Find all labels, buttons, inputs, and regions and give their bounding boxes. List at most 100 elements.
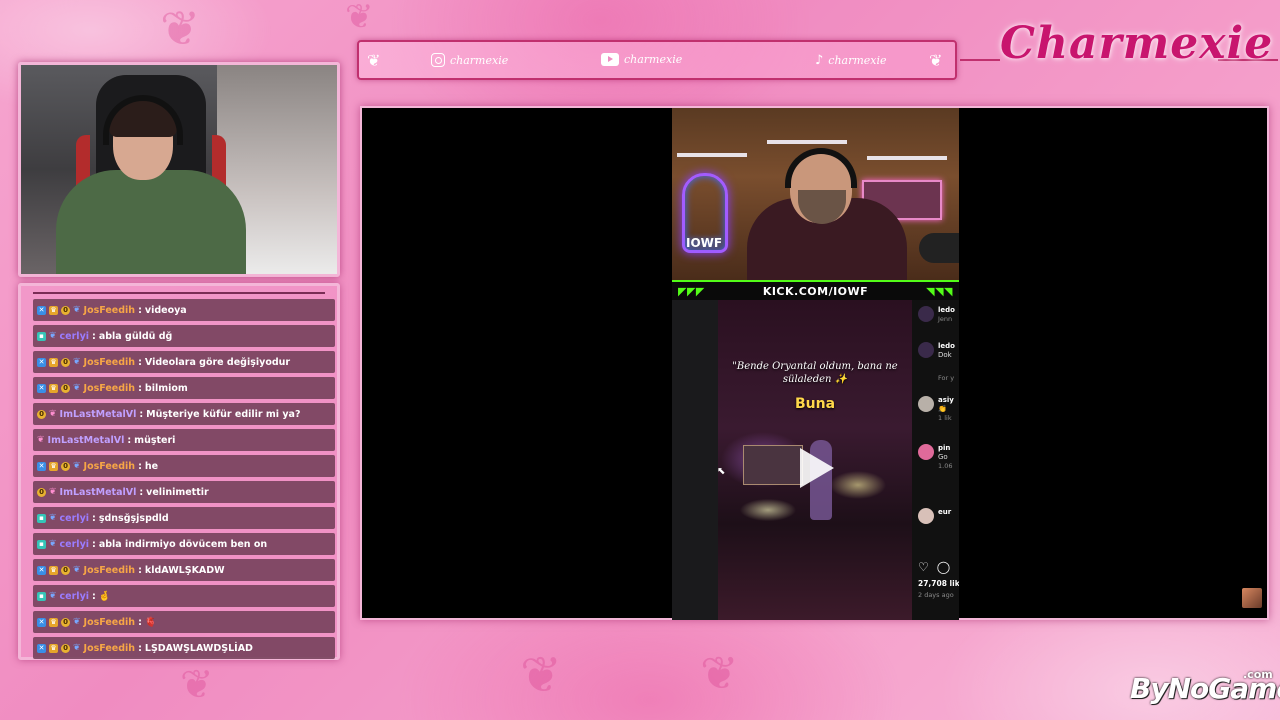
coin-badge-icon: 0 [61,305,70,315]
neon-sign-text: IOWF [686,236,723,250]
chat-message: ✕ ♛ 0 ❦ JosFeedih: Videolara göre değişiyodur [33,351,335,373]
chat-message-list: ✕ ♛ 0 ❦ JosFeedih: videoya ▪ ❦ cerlyi: abla güldü… [33,299,335,663]
subscriber-badge-icon: ▪ [37,331,46,341]
chat-username[interactable]: ImLastMetalVl [48,435,125,446]
crown-badge-icon: ♛ [49,305,58,315]
reel-highlight-text: Buna [794,396,836,412]
butterfly-badge-icon: ❦ [73,564,81,575]
moderator-badge-icon: ✕ [37,617,46,627]
chat-username[interactable]: JosFeedih [84,383,136,394]
watermark-domain: .com [1243,668,1273,681]
mouse-cursor-icon: ⬉ [717,466,726,477]
coin-badge-icon: 0 [37,487,46,497]
social-tiktok[interactable]: ♪ charmexie [815,53,887,68]
main-video-player[interactable]: IOWF ◤◤◤ KICK.COM/IOWF ◥◥◥ "Bende Oryant… [360,106,1269,620]
chat-username[interactable]: JosFeedih [84,357,136,368]
chevron-icon: ◤◤◤ [678,285,705,298]
butterfly-badge-icon: ❦ [73,642,81,653]
comment-item: ledo Jenn [918,306,955,324]
chat-message: 0 ❦ ImLastMetalVl: velinimettir [33,481,335,503]
chat-username[interactable]: cerlyi [60,331,89,342]
crown-badge-icon: ♛ [49,643,58,653]
avatar [918,508,934,524]
chat-message-text: Müşteriye küfür edilir mi ya? [146,408,301,420]
comment-item: asiy 👏 1 lik [918,396,954,423]
chat-message-text: videoya [144,304,187,316]
butterfly-decoration-icon: ❦ [160,1,201,57]
chat-username[interactable]: cerlyi [60,513,89,524]
coin-badge-icon: 0 [61,643,70,653]
chat-message: ✕ ♛ 0 ❦ JosFeedih: 🫀 [33,611,335,633]
chat-username[interactable]: JosFeedih [84,643,136,654]
brand-divider [960,59,1000,61]
reel-sidebar [672,300,718,620]
heart-icon[interactable]: ♡ [918,560,929,574]
chat-message-text: he [144,460,159,472]
chat-message-text: bilmiom [144,382,188,394]
chat-message: ✕ ♛ 0 ❦ JosFeedih: videoya [33,299,335,321]
crown-badge-icon: ♛ [49,357,58,367]
chat-separator: : [138,356,142,368]
chat-message-text: 🤞 [98,590,111,602]
reel-actions: ♡ ◯ [918,560,950,574]
chat-separator: : [139,486,144,498]
coin-badge-icon: 0 [61,565,70,575]
chat-username[interactable]: JosFeedih [84,617,136,628]
play-icon[interactable] [800,448,834,488]
moderator-badge-icon: ✕ [37,357,46,367]
butterfly-badge-icon: ❦ [49,408,57,419]
chat-message-text: Videolara göre değişiyodur [144,356,291,368]
moderator-badge-icon: ✕ [37,461,46,471]
chat-separator: : [92,590,96,602]
butterfly-badge-icon: ❦ [37,434,45,445]
chat-message: ▪ ❦ cerlyi: şdnsğşjspdld [33,507,335,529]
chat-message-text: müşteri [134,434,176,446]
chat-message: ✕ ♛ 0 ❦ JosFeedih: he [33,455,335,477]
comment-icon[interactable]: ◯ [937,560,950,574]
butterfly-badge-icon: ❦ [73,616,81,627]
chat-message-text: 🫀 [144,616,157,628]
comment-item: For y [938,374,955,382]
chat-message-text: kldAWLŞKADW [144,564,225,576]
chat-username[interactable]: cerlyi [60,539,89,550]
channel-brand-title: Charmexie [1000,18,1274,69]
chat-message: ❦ ImLastMetalVl: müşteri [33,429,335,451]
youtube-icon [601,53,619,66]
crown-badge-icon: ♛ [49,383,58,393]
reel-video[interactable]: "Bende Oryantal oldum, bana ne sülaleden… [718,300,912,620]
headset-icon [785,148,857,188]
butterfly-icon: ❦ [929,51,943,70]
instagram-handle: charmexie [450,53,509,67]
avatar [918,306,934,322]
chat-username[interactable]: cerlyi [60,591,89,602]
chat-divider [33,292,325,294]
chat-separator: : [138,642,142,654]
social-youtube[interactable]: charmexie [601,53,682,66]
chat-message: 0 ❦ ImLastMetalVl: Müşteriye küfür edilir m… [33,403,335,425]
moderator-badge-icon: ✕ [37,383,46,393]
chat-username[interactable]: JosFeedih [84,565,136,576]
chat-username[interactable]: ImLastMetalVl [60,487,137,498]
comment-item: eur [918,508,951,524]
butterfly-badge-icon: ❦ [73,356,81,367]
butterfly-icon: ❦ [367,51,381,70]
comment-item: ledo Dok [918,342,955,360]
chat-separator: : [92,512,96,524]
avatar [918,444,934,460]
butterfly-badge-icon: ❦ [49,590,57,601]
chat-separator: : [127,434,132,446]
like-count: 27,708 likes [918,579,959,588]
avatar [918,396,934,412]
butterfly-badge-icon: ❦ [73,304,81,315]
chat-username[interactable]: JosFeedih [84,305,136,316]
crown-badge-icon: ♛ [49,461,58,471]
chevron-icon: ◥◥◥ [926,285,953,298]
avatar [918,342,934,358]
chat-username[interactable]: JosFeedih [84,461,136,472]
tiktok-handle: charmexie [828,54,887,67]
kick-url-banner: ◤◤◤ KICK.COM/IOWF ◥◥◥ [672,280,959,300]
chat-separator: : [138,616,142,628]
social-instagram[interactable]: charmexie [431,53,508,67]
coin-badge-icon: 0 [61,383,70,393]
chat-username[interactable]: ImLastMetalVl [60,409,137,420]
